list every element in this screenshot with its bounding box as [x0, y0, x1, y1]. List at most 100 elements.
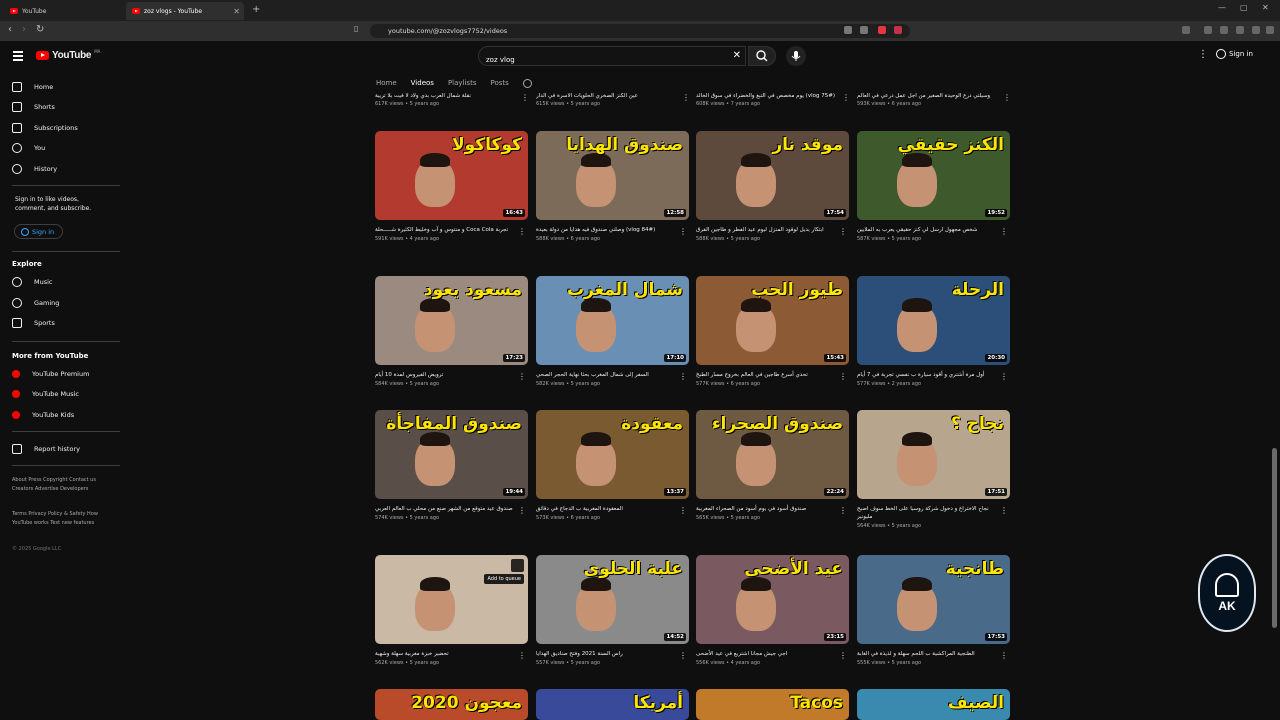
- thumbnail-caption: أمريكا: [633, 693, 683, 713]
- video-card[interactable]: الكنز حقيقي 19:52 شخص مجهول ارسل لي كنز حق…: [857, 131, 1010, 242]
- video-title[interactable]: راس السنة 2021 وفتح صناديق الهدايا: [536, 650, 676, 658]
- video-thumbnail[interactable]: الصيف: [857, 689, 1010, 720]
- video-thumbnail[interactable]: صندوق المفاجأة 19:44: [375, 410, 528, 499]
- video-menu-icon[interactable]: ⋮: [518, 651, 526, 660]
- video-menu-icon[interactable]: ⋮: [1000, 506, 1008, 515]
- thumbnail-person: [736, 298, 776, 352]
- thumbnail-caption: الكنز حقيقي: [897, 135, 1004, 155]
- video-thumbnail[interactable]: صندوق الهدايا 12:58: [536, 131, 689, 220]
- video-menu-icon[interactable]: ⋮: [839, 227, 847, 236]
- video-card[interactable]: مسعود يعود 17:23 ترويض الفيروس لمدة 10 أيا…: [375, 276, 528, 387]
- video-menu-icon[interactable]: ⋮: [839, 651, 847, 660]
- video-thumbnail[interactable]: كوكاكولا 16:43: [375, 131, 528, 220]
- video-title[interactable]: المعقودة المغربية ب الدجاج في دقائق: [536, 505, 676, 513]
- video-title[interactable]: (vlog 84#) وصلني صندوق فيه هدايا من دولة…: [536, 226, 676, 234]
- video-title[interactable]: صندوق عيد متوقع من الشهر صنع من محلي ب ا…: [375, 505, 515, 513]
- video-thumbnail[interactable]: Tacos: [696, 689, 849, 720]
- video-card[interactable]: علبة الحلوى 14:52 راس السنة 2021 وفتح صناد…: [536, 555, 689, 666]
- video-card[interactable]: أمريكا: [536, 689, 689, 720]
- video-menu-icon[interactable]: ⋮: [518, 372, 526, 381]
- video-thumbnail[interactable]: شمال المغرب 17:10: [536, 276, 689, 365]
- video-title[interactable]: الطنجية المراكشية ب اللحم سهلة و لذيذة ف…: [857, 650, 997, 658]
- video-thumbnail[interactable]: أمريكا: [536, 689, 689, 720]
- video-thumbnail[interactable]: طانجية 17:53: [857, 555, 1010, 644]
- video-menu-icon[interactable]: ⋮: [518, 227, 526, 236]
- video-thumbnail[interactable]: صندوق الصحراء 22:24: [696, 410, 849, 499]
- video-title[interactable]: أول مرة أشتري و أقود سيارة ب نفسي تجربة …: [857, 371, 997, 379]
- video-title[interactable]: اجي جيش مجانا اشتريع في عيد الأضحى: [696, 650, 836, 658]
- thumbnail-caption: عيد الأضحى: [744, 559, 843, 579]
- video-menu-icon[interactable]: ⋮: [1000, 227, 1008, 236]
- video-menu-icon[interactable]: ⋮: [842, 93, 850, 102]
- video-title[interactable]: تجربة Coca Cola و منتوس و آب وخليط الكثي…: [375, 226, 515, 234]
- video-card[interactable]: الرحلة 20:30 أول مرة أشتري و أقود سيارة ب …: [857, 276, 1010, 387]
- video-card[interactable]: نجاح ؟ 17:51 نجاح الاختراع و دخول شركة روس…: [857, 410, 1010, 529]
- video-card[interactable]: Add to queue تحضير خبزة مغربية سهلة وشهية…: [375, 555, 528, 666]
- video-thumbnail[interactable]: مسعود يعود 17:23: [375, 276, 528, 365]
- video-thumbnail[interactable]: 2020 معجون: [375, 689, 528, 720]
- video-title[interactable]: تحضير خبزة مغربية سهلة وشهية: [375, 650, 515, 658]
- video-thumbnail[interactable]: موقد نار 17:54: [696, 131, 849, 220]
- video-card[interactable]: معقودة 13:37 المعقودة المغربية ب الدجاج في…: [536, 410, 689, 521]
- video-title[interactable]: ابتكار بديل لوقود المنزل ليوم عيد الفطر …: [696, 226, 836, 234]
- add-to-queue-tooltip[interactable]: Add to queue: [484, 574, 524, 584]
- video-duration: 16:43: [503, 209, 525, 217]
- video-card[interactable]: كوكاكولا 16:43 تجربة Coca Cola و منتوس و آ…: [375, 131, 528, 242]
- video-card[interactable]: صندوق المفاجأة 19:44 صندوق عيد متوقع من ال…: [375, 410, 528, 521]
- thumbnail-caption: نجاح ؟: [950, 414, 1004, 434]
- video-menu-icon[interactable]: ⋮: [679, 227, 687, 236]
- video-card-partial[interactable]: عين الكنز الصخري الحلويات الاسرة في الدا…: [536, 93, 690, 107]
- video-thumbnail[interactable]: الرحلة 20:30: [857, 276, 1010, 365]
- video-thumbnail[interactable]: الكنز حقيقي 19:52: [857, 131, 1010, 220]
- thumbnail-person: [415, 432, 455, 486]
- video-meta: 555K views • 5 years ago: [857, 660, 922, 666]
- video-card[interactable]: Tacos: [696, 689, 849, 720]
- video-card[interactable]: موقد نار 17:54 ابتكار بديل لوقود المنزل لي…: [696, 131, 849, 242]
- watch-later-icon[interactable]: [511, 559, 524, 572]
- video-title[interactable]: صندوق أسود في يوم أسود من الصحراء المغرب…: [696, 505, 836, 513]
- video-menu-icon[interactable]: ⋮: [1003, 93, 1011, 102]
- video-menu-icon[interactable]: ⋮: [839, 372, 847, 381]
- video-card[interactable]: صندوق الصحراء 22:24 صندوق أسود في يوم أسود…: [696, 410, 849, 521]
- video-card-partial[interactable]: نقلة شمال العرب بدي ولاد لا فيت بلا تربي…: [375, 93, 529, 107]
- video-card-partial[interactable]: (vlog 75#) يوم مخصص في التبغ والخضراء في…: [696, 93, 850, 107]
- phoenix-logo-icon: [1215, 573, 1239, 597]
- video-card[interactable]: عيد الأضحى 23:15 اجي جيش مجانا اشتريع في ع…: [696, 555, 849, 666]
- video-thumbnail[interactable]: عيد الأضحى 23:15: [696, 555, 849, 644]
- video-meta: 565K views • 5 years ago: [696, 515, 761, 521]
- video-card[interactable]: طانجية 17:53 الطنجية المراكشية ب اللحم سهل…: [857, 555, 1010, 666]
- video-thumbnail[interactable]: Add to queue: [375, 555, 528, 644]
- video-card[interactable]: طيور الحب 15:43 تحدي أسرع طاجين في العالم …: [696, 276, 849, 387]
- video-duration: 17:23: [503, 354, 525, 362]
- video-menu-icon[interactable]: ⋮: [521, 93, 529, 102]
- video-title[interactable]: شخص مجهول ارسل لي كنز حقيقي يعرب به المل…: [857, 226, 997, 234]
- video-menu-icon[interactable]: ⋮: [679, 506, 687, 515]
- video-thumbnail[interactable]: علبة الحلوى 14:52: [536, 555, 689, 644]
- video-title[interactable]: نجاح الاختراع و دخول شركة روسيا على الخط…: [857, 505, 997, 521]
- video-menu-icon[interactable]: ⋮: [1000, 372, 1008, 381]
- video-duration: 14:52: [664, 633, 686, 641]
- video-card[interactable]: الصيف: [857, 689, 1010, 720]
- thumbnail-caption: طيور الحب: [751, 280, 843, 300]
- scrollbar[interactable]: [1272, 448, 1277, 628]
- video-menu-icon[interactable]: ⋮: [679, 372, 687, 381]
- video-menu-icon[interactable]: ⋮: [518, 506, 526, 515]
- video-menu-icon[interactable]: ⋮: [679, 651, 687, 660]
- video-menu-icon[interactable]: ⋮: [682, 93, 690, 102]
- video-meta: 573K views • 6 years ago: [536, 515, 601, 521]
- video-menu-icon[interactable]: ⋮: [839, 506, 847, 515]
- video-title[interactable]: السفر إلى شمال المغرب بحثا نهاية الحجر ا…: [536, 371, 676, 379]
- video-menu-icon[interactable]: ⋮: [1000, 651, 1008, 660]
- video-thumbnail[interactable]: معقودة 13:37: [536, 410, 689, 499]
- video-meta: 588K views • 5 years ago: [696, 236, 761, 242]
- hover-actions: Add to queue: [484, 559, 524, 584]
- video-card[interactable]: شمال المغرب 17:10 السفر إلى شمال المغرب بح…: [536, 276, 689, 387]
- video-card-partial[interactable]: وسيلتي درع الوحيدة الصغير من أجل عمل درع…: [857, 93, 1011, 107]
- video-title[interactable]: تحدي أسرع طاجين في العالم بخروج مسار الط…: [696, 371, 836, 379]
- video-title[interactable]: ترويض الفيروس لمدة 10 أيام: [375, 371, 515, 379]
- video-thumbnail[interactable]: نجاح ؟ 17:51: [857, 410, 1010, 499]
- video-card[interactable]: صندوق الهدايا 12:58 (vlog 84#) وصلني صندوق…: [536, 131, 689, 242]
- video-duration: 15:43: [824, 354, 846, 362]
- video-card[interactable]: 2020 معجون: [375, 689, 528, 720]
- video-thumbnail[interactable]: طيور الحب 15:43: [696, 276, 849, 365]
